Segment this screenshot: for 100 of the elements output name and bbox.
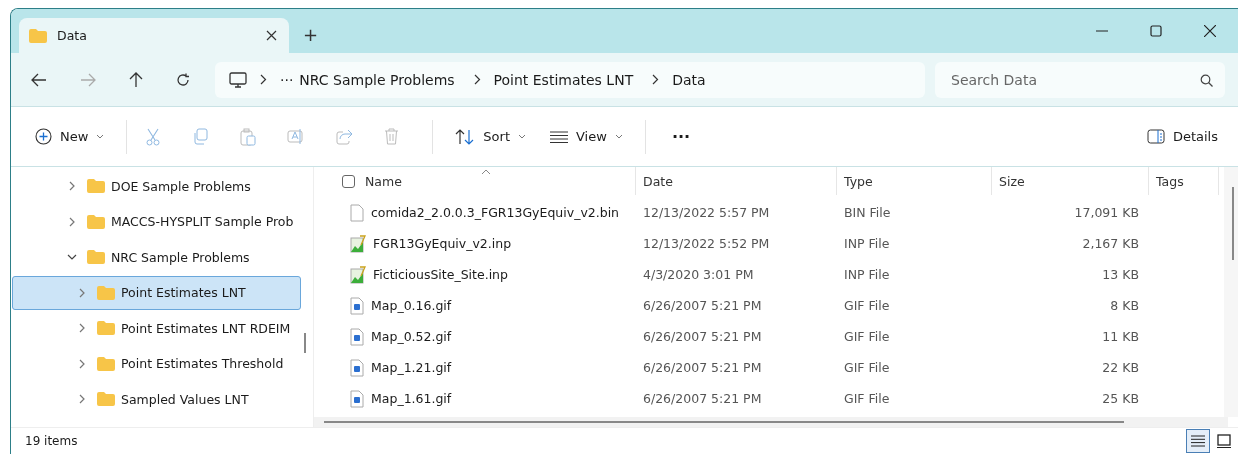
tree-item[interactable]: NRC Sample Problems — [12, 240, 301, 274]
tree-item[interactable]: Point Estimates LNT — [12, 275, 301, 310]
table-cell-text: 2,167 KB — [1081, 236, 1140, 251]
image-file-icon — [350, 358, 364, 377]
table-cell-text: 13 KB — [1101, 267, 1140, 282]
folder-icon — [29, 28, 47, 43]
column-header[interactable]: Name — [338, 167, 636, 195]
new-button[interactable]: New — [31, 124, 109, 149]
sort-button[interactable]: Sort — [451, 124, 530, 149]
tree-item[interactable]: MACCS-HYSPLIT Sample Prob — [12, 204, 301, 239]
file-name[interactable]: Map_1.21.gif — [371, 360, 452, 375]
close-icon[interactable] — [266, 30, 277, 41]
image-file-icon — [350, 296, 364, 315]
tab-title: Data — [57, 28, 88, 43]
caret-icon — [614, 134, 623, 139]
address-bar[interactable]: ··· NRC Sample Problems Point Estimates LNT Data — [215, 61, 925, 98]
folder-icon — [97, 392, 115, 406]
table-cell-text: 12/13/2022 5:57 PM — [642, 205, 771, 220]
details-button[interactable]: Details — [1142, 125, 1222, 148]
table-cell-text: 25 KB — [1101, 391, 1140, 406]
scrollbar-thumb[interactable] — [304, 333, 306, 353]
file-name[interactable]: Map_0.16.gif — [371, 298, 452, 313]
chart-file-icon — [350, 265, 366, 284]
lines-icon — [550, 130, 568, 143]
table-cell-text: 17,091 KB — [1073, 205, 1140, 220]
file-name[interactable]: comida2_2.0.0.3_FGR13GyEquiv_v2.bin — [371, 205, 620, 220]
chevron-icon — [260, 74, 267, 85]
chevron-icon[interactable] — [67, 252, 77, 262]
table-cell-text: GIF File — [843, 360, 891, 375]
more-button[interactable]: ··· — [667, 123, 695, 150]
list-icon — [1191, 435, 1205, 447]
sort-caret-icon — [481, 169, 491, 175]
table-cell-text: 22 KB — [1101, 360, 1140, 375]
file-name[interactable]: FGR13GyEquiv_v2.inp — [373, 236, 512, 251]
table-cell-text: INP File — [843, 267, 891, 282]
chart-file-icon — [350, 234, 366, 253]
table-cell-text: 11 KB — [1101, 329, 1140, 344]
table-cell-text: 6/26/2007 5:21 PM — [642, 360, 763, 375]
table-cell-text: GIF File — [843, 391, 891, 406]
folder-icon — [87, 179, 105, 193]
chevron-icon[interactable] — [67, 181, 77, 191]
sort-arrows-icon — [455, 128, 476, 145]
table-cell-text: 8 KB — [1109, 298, 1140, 313]
file-name[interactable]: Map_1.61.gif — [371, 391, 452, 406]
tree-item[interactable]: Sampled Values LNT — [12, 382, 301, 416]
breadcrumb[interactable]: Point Estimates LNT — [493, 71, 634, 88]
tile-icon — [1217, 434, 1231, 448]
folder-icon — [87, 214, 105, 229]
up-arrow-icon[interactable] — [129, 71, 143, 88]
table-cell-text: 6/26/2007 5:21 PM — [642, 298, 763, 313]
column-header[interactable]: Type — [837, 167, 992, 195]
chevron-icon — [652, 74, 660, 85]
folder-icon — [87, 250, 105, 264]
tree-item[interactable]: Point Estimates Threshold — [12, 346, 301, 381]
column-header[interactable]: Date — [636, 167, 837, 195]
back-arrow-icon[interactable] — [31, 72, 47, 87]
table-cell-text: BIN File — [843, 205, 892, 220]
breadcrumb-overflow[interactable]: ··· — [280, 71, 294, 88]
chevron-icon[interactable] — [77, 394, 87, 404]
folder-icon — [97, 356, 115, 371]
tree-item[interactable]: DOE Sample Problems — [12, 169, 301, 203]
caret-icon — [96, 134, 105, 139]
item-count: 19 items — [25, 434, 78, 448]
close-icon[interactable] — [1204, 25, 1216, 37]
details-pane-icon — [1146, 129, 1165, 144]
table-cell-text: INP File — [843, 236, 891, 251]
column-header[interactable]: Size — [992, 167, 1149, 195]
chevron-icon[interactable] — [67, 216, 77, 227]
tree-item[interactable]: Point Estimates LNT RDEIM — [12, 311, 301, 345]
caret-icon — [518, 134, 526, 139]
search-icon — [1200, 73, 1213, 87]
column-header[interactable]: Tags — [1149, 167, 1219, 195]
tab[interactable]: Data — [19, 18, 289, 53]
chevron-icon — [473, 74, 481, 85]
details-view-button[interactable] — [1186, 429, 1210, 453]
file-name[interactable]: Map_0.52.gif — [371, 329, 452, 344]
chevron-icon[interactable] — [77, 358, 87, 369]
table-cell-text: 4/3/2020 3:01 PM — [642, 267, 755, 282]
scrollbar-thumb[interactable] — [1232, 187, 1234, 260]
file-icon — [350, 203, 364, 222]
table-cell-text: 6/26/2007 5:21 PM — [642, 329, 763, 344]
breadcrumb[interactable]: Data — [672, 71, 706, 88]
checkbox[interactable] — [342, 174, 355, 188]
view-button[interactable]: View — [546, 125, 627, 148]
folder-icon — [97, 321, 115, 335]
new-tab-button[interactable]: + — [303, 24, 319, 45]
scrollbar-thumb[interactable] — [324, 421, 1124, 423]
image-file-icon — [350, 327, 364, 346]
breadcrumb[interactable]: NRC Sample Problems — [299, 71, 455, 88]
computer-icon — [229, 71, 247, 88]
plus-circle-icon — [35, 128, 52, 145]
table-cell-text: 12/13/2022 5:52 PM — [642, 236, 771, 251]
refresh-icon[interactable] — [176, 72, 190, 87]
image-file-icon — [350, 389, 364, 408]
maximize-icon[interactable] — [1150, 25, 1162, 37]
table-cell-text: GIF File — [843, 298, 891, 313]
table-cell-text: 6/26/2007 5:21 PM — [642, 391, 763, 406]
chevron-icon[interactable] — [77, 323, 87, 333]
search-field[interactable]: Search Data — [935, 61, 1225, 98]
file-name[interactable]: FicticiousSite_Site.inp — [373, 267, 508, 282]
